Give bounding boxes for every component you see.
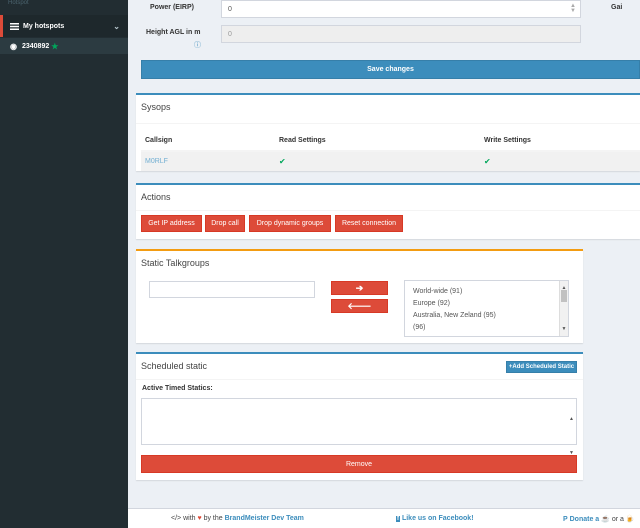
remove-talkgroup-button[interactable]: 🡐 <box>331 299 388 313</box>
add-scheduled-static-button[interactable]: + Add Scheduled Static <box>506 361 577 373</box>
callsign-link[interactable]: M0RLF <box>145 158 168 165</box>
footer-with: with <box>183 515 196 522</box>
team-link[interactable]: BrandMeister Dev Team <box>225 515 304 522</box>
arrow-right-icon: ➔ <box>355 282 364 293</box>
footer: </> with ♥ by the BrandMeister Dev Team … <box>128 508 640 528</box>
sidebar-hotspot-item[interactable]: ◉ 2340892 ★ <box>0 38 128 54</box>
divider <box>136 123 640 124</box>
list-icon <box>10 22 19 30</box>
table-row: M0RLF ✔ ✔ <box>141 150 640 171</box>
table-header: Callsign <box>141 131 275 152</box>
drop-dynamic-groups-button[interactable]: Drop dynamic groups <box>249 215 331 232</box>
sysops-table: Callsign Read Settings Write Settings M0… <box>141 131 640 171</box>
sidebar-item-my-hotspots[interactable]: My hotspots ⌄ <box>0 15 128 37</box>
facebook-label: Like us on Facebook! <box>401 515 474 522</box>
check-icon: ✔ <box>279 157 286 166</box>
chevron-down-icon: ⌄ <box>113 22 120 31</box>
heart-icon: ♥ <box>197 515 202 522</box>
list-item[interactable]: Europe (92) <box>413 298 560 310</box>
arrow-left-icon: 🡐 <box>347 300 372 311</box>
eye-icon: ◉ <box>10 41 17 51</box>
sysops-box: Sysops Callsign Read Settings Write Sett… <box>136 93 640 171</box>
spinner-icon[interactable]: ▲ ▼ <box>570 3 576 14</box>
power-label: Power (EIRP) <box>150 4 194 11</box>
scroll-down-icon[interactable]: ▼ <box>561 323 567 335</box>
donate-link[interactable]: Donate a <box>570 516 600 523</box>
height-label: Height AGL in m <box>146 29 201 36</box>
gain-label: Gai <box>611 4 623 11</box>
power-input[interactable]: 0 ▲ ▼ <box>221 0 581 18</box>
facebook-icon: f <box>396 516 400 522</box>
star-icon: ★ <box>51 41 59 51</box>
height-value: 0 <box>228 31 232 38</box>
height-input: 0 <box>221 25 581 43</box>
sidebar-section-label: Hotspot <box>8 0 29 6</box>
active-timed-statics-list[interactable]: ▲ ▼ <box>141 398 577 456</box>
footer-or: or a <box>611 516 624 523</box>
scroll-thumb[interactable] <box>561 290 567 302</box>
beer-icon: 🍺 <box>625 516 635 523</box>
talkgroup-input[interactable] <box>149 281 315 298</box>
active-timed-statics-label: Active Timed Statics: <box>142 385 213 392</box>
talkgroup-list[interactable]: World-wide (91) Europe (92) Australia, N… <box>404 280 569 337</box>
footer-by: by the <box>203 515 223 522</box>
power-value: 0 <box>228 6 232 13</box>
get-ip-button[interactable]: Get IP address <box>141 215 202 232</box>
footer-credits: </> with ♥ by the BrandMeister Dev Team <box>171 515 304 522</box>
sidebar: Hotspot My hotspots ⌄ ◉ 2340892 ★ <box>0 0 128 528</box>
scheduled-static-title: Scheduled static <box>141 361 208 371</box>
code-icon: </> <box>171 515 182 522</box>
sysops-title: Sysops <box>141 102 171 112</box>
list-item[interactable]: (96) <box>413 322 560 334</box>
reset-connection-button[interactable]: Reset connection <box>335 215 403 232</box>
table-header: Read Settings <box>275 131 480 152</box>
sidebar-item-label: My hotspots <box>23 22 65 30</box>
coffee-icon: ☕ <box>601 516 610 523</box>
static-talkgroups-title: Static Talkgroups <box>141 258 210 268</box>
add-talkgroup-button[interactable]: ➔ <box>331 281 388 295</box>
check-icon: ✔ <box>484 157 491 166</box>
list-item[interactable]: World-wide (91) <box>413 286 560 298</box>
save-changes-button[interactable]: Save changes <box>141 60 640 79</box>
divider <box>136 210 640 211</box>
divider <box>136 379 583 380</box>
paypal-icon: P <box>563 516 568 523</box>
drop-call-button[interactable]: Drop call <box>205 215 245 232</box>
facebook-link[interactable]: f Like us on Facebook! <box>396 515 474 522</box>
remove-button[interactable]: Remove <box>141 455 577 473</box>
list-item[interactable]: Australia, New Zeland (95) <box>413 310 560 322</box>
add-scheduled-label: Add Scheduled Static <box>512 364 575 370</box>
table-header: Write Settings <box>480 131 640 152</box>
actions-title: Actions <box>141 192 171 202</box>
scrollbar[interactable]: ▲ ▼ <box>559 281 568 336</box>
info-icon[interactable]: ⓘ <box>194 40 201 50</box>
hotspot-id: 2340892 <box>21 42 50 50</box>
donate-links: P Donate a ☕ or a 🍺 <box>563 515 635 523</box>
